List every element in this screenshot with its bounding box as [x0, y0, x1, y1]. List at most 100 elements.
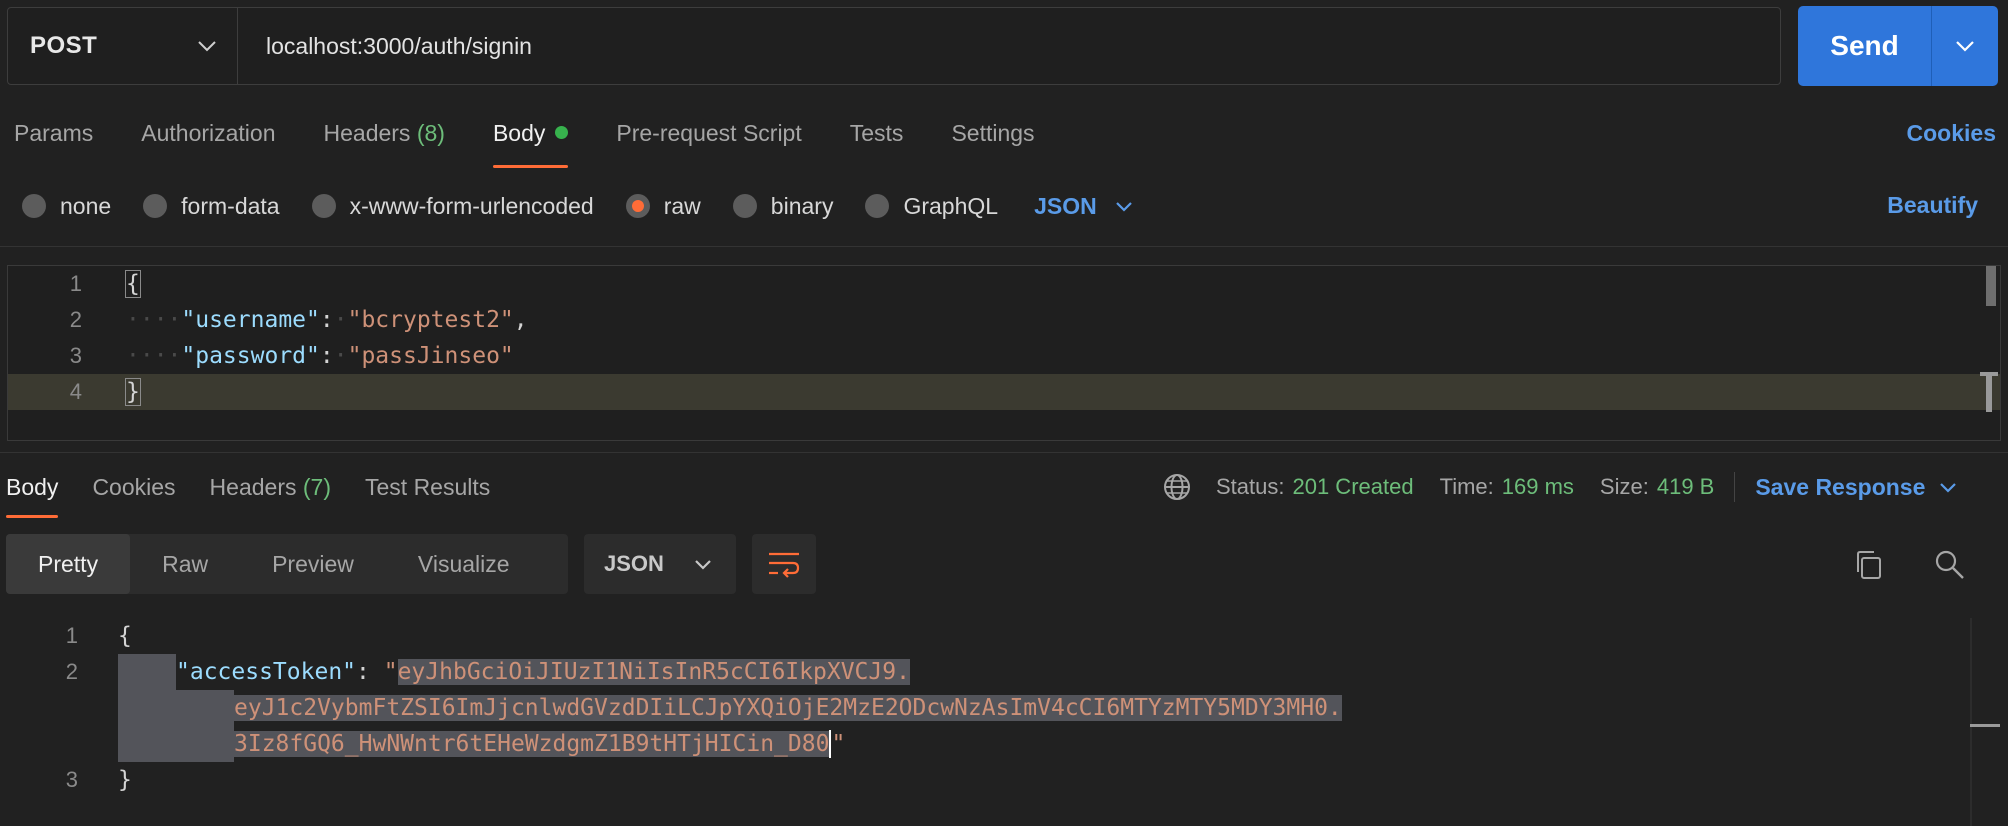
editor-cursor-marker — [1980, 372, 1998, 412]
radio-circle — [311, 194, 336, 218]
view-pretty[interactable]: Pretty — [6, 534, 131, 594]
tab-label: Settings — [951, 120, 1035, 146]
json-colon: : — [319, 343, 334, 369]
radio-x-www-form-urlencoded[interactable]: x-www-form-urlencoded — [311, 192, 594, 220]
time-label: Time: — [1439, 474, 1494, 499]
radio-raw[interactable]: raw — [625, 192, 701, 220]
tab-label: Test Results — [365, 474, 491, 500]
radio-graphql[interactable]: GraphQL — [865, 193, 998, 220]
tab-body[interactable]: Body — [492, 112, 569, 168]
whitespace-marker: · — [333, 307, 348, 333]
json-colon: : — [356, 659, 384, 685]
send-button-group: Send — [1798, 6, 1998, 86]
tab-params[interactable]: Params — [14, 112, 93, 168]
request-tabs: Params Authorization Headers (8) Body Pr… — [14, 112, 1083, 168]
tab-authorization[interactable]: Authorization — [141, 112, 275, 168]
tab-response-body[interactable]: Body — [6, 470, 59, 518]
response-body-viewer[interactable]: 1 { 2 "accessToken": " eyJhbGciOiJIUzI1Ni… — [0, 618, 2008, 826]
status-value[interactable]: 201 Created — [1292, 474, 1413, 500]
chevron-down-icon — [1115, 201, 1132, 212]
response-format-select[interactable]: JSON — [584, 534, 736, 594]
wrap-lines-button[interactable] — [752, 534, 816, 594]
search-button[interactable] — [1933, 548, 1967, 582]
radio-form-data[interactable]: form-data — [143, 192, 280, 220]
code-text: ····"password":·"passJinseo" — [126, 343, 514, 369]
selection-indent — [118, 726, 234, 762]
request-body-editor[interactable]: 1 { 2 ····"username":·"bcryptest2", 3 ··… — [7, 265, 2001, 441]
response-line: 2 "accessToken": " eyJhbGciOiJIUzI1NiIsIn… — [0, 654, 910, 690]
time-value[interactable]: 169 ms — [1502, 474, 1574, 500]
radio-none[interactable]: none — [22, 193, 111, 220]
json-brace: } — [125, 378, 141, 406]
save-response-label: Save Response — [1755, 473, 1926, 500]
response-tabs: Body Cookies Headers (7) Test Results — [6, 470, 524, 518]
tab-count: (8) — [416, 120, 445, 146]
response-view-switcher: Pretty Raw Preview Visualize — [6, 534, 568, 594]
save-response-button[interactable]: Save Response — [1755, 474, 1957, 501]
radio-label: raw — [663, 192, 701, 219]
radio-circle — [732, 194, 757, 218]
radio-label: x-www-form-urlencoded — [349, 192, 594, 219]
code-text: } — [125, 378, 141, 406]
tab-pre-request-script[interactable]: Pre-request Script — [616, 112, 801, 168]
code-text: { — [125, 270, 141, 298]
url-input[interactable] — [238, 8, 1780, 84]
json-key: "accessToken" — [176, 659, 357, 685]
response-line: eyJ1c2VybmFtZSI6ImJjcnlwdGVzdDIiLCJpYXQi… — [0, 690, 1342, 726]
tab-label: Tests — [849, 120, 904, 146]
tab-response-cookies[interactable]: Cookies — [92, 470, 175, 518]
json-quote: " — [831, 731, 846, 757]
json-string: "bcryptest2" — [347, 307, 514, 333]
radio-label: form-data — [181, 192, 280, 219]
json-string: "passJinseo" — [347, 343, 514, 369]
line-number: 2 — [65, 659, 78, 684]
size-label: Size: — [1599, 474, 1649, 499]
raw-format-label: JSON — [1034, 192, 1097, 219]
tab-settings[interactable]: Settings — [951, 112, 1034, 168]
method-select[interactable]: POST — [8, 8, 238, 84]
method-label: POST — [30, 32, 98, 59]
globe-icon[interactable] — [1162, 472, 1192, 502]
modified-dot-icon — [555, 126, 569, 139]
json-brace: { — [125, 270, 141, 298]
tab-response-headers[interactable]: Headers (7) — [210, 470, 331, 518]
tab-label: Body — [492, 120, 546, 146]
radio-label: GraphQL — [903, 192, 999, 219]
cookies-link[interactable]: Cookies — [1907, 120, 1996, 147]
raw-format-select[interactable]: JSON — [1034, 193, 1133, 220]
send-options-button[interactable] — [1932, 6, 1998, 86]
tab-label: Authorization — [141, 120, 276, 146]
response-scrollbar-thumb[interactable] — [1970, 724, 2000, 727]
size-value[interactable]: 419 B — [1657, 474, 1715, 500]
copy-button[interactable] — [1852, 548, 1886, 582]
editor-scrollbar[interactable] — [1986, 266, 1996, 306]
view-preview[interactable]: Preview — [240, 534, 386, 594]
token-segment: eyJ1c2VybmFtZSI6ImJjcnlwdGVzdDIiLCJpYXQi… — [234, 695, 1342, 721]
line-number: 4 — [69, 379, 82, 404]
json-quote: " — [383, 659, 398, 685]
editor-line: 1 { — [8, 266, 2000, 302]
tab-headers[interactable]: Headers (8) — [324, 112, 445, 168]
json-key: "password" — [181, 343, 320, 369]
radio-circle — [625, 194, 650, 218]
json-comma: , — [513, 307, 528, 333]
chevron-down-icon — [1956, 41, 1974, 52]
tab-count: (7) — [302, 474, 331, 500]
response-scrollbar-track[interactable] — [1970, 618, 1972, 826]
tab-label: Body — [6, 474, 59, 500]
json-brace: { — [118, 623, 132, 649]
radio-circle — [865, 194, 890, 218]
view-visualize[interactable]: Visualize — [386, 534, 542, 594]
radio-binary[interactable]: binary — [732, 192, 834, 220]
tab-label: Headers — [323, 120, 411, 146]
view-raw[interactable]: Raw — [130, 534, 240, 594]
tab-test-results[interactable]: Test Results — [365, 470, 490, 518]
tab-tests[interactable]: Tests — [850, 112, 904, 168]
radio-label: binary — [770, 192, 834, 219]
whitespace-marker: · — [333, 343, 348, 369]
divider — [1734, 472, 1736, 502]
json-colon: : — [319, 307, 334, 333]
json-brace: } — [118, 767, 132, 793]
beautify-button[interactable]: Beautify — [1887, 192, 1978, 219]
send-button[interactable]: Send — [1798, 6, 1932, 86]
